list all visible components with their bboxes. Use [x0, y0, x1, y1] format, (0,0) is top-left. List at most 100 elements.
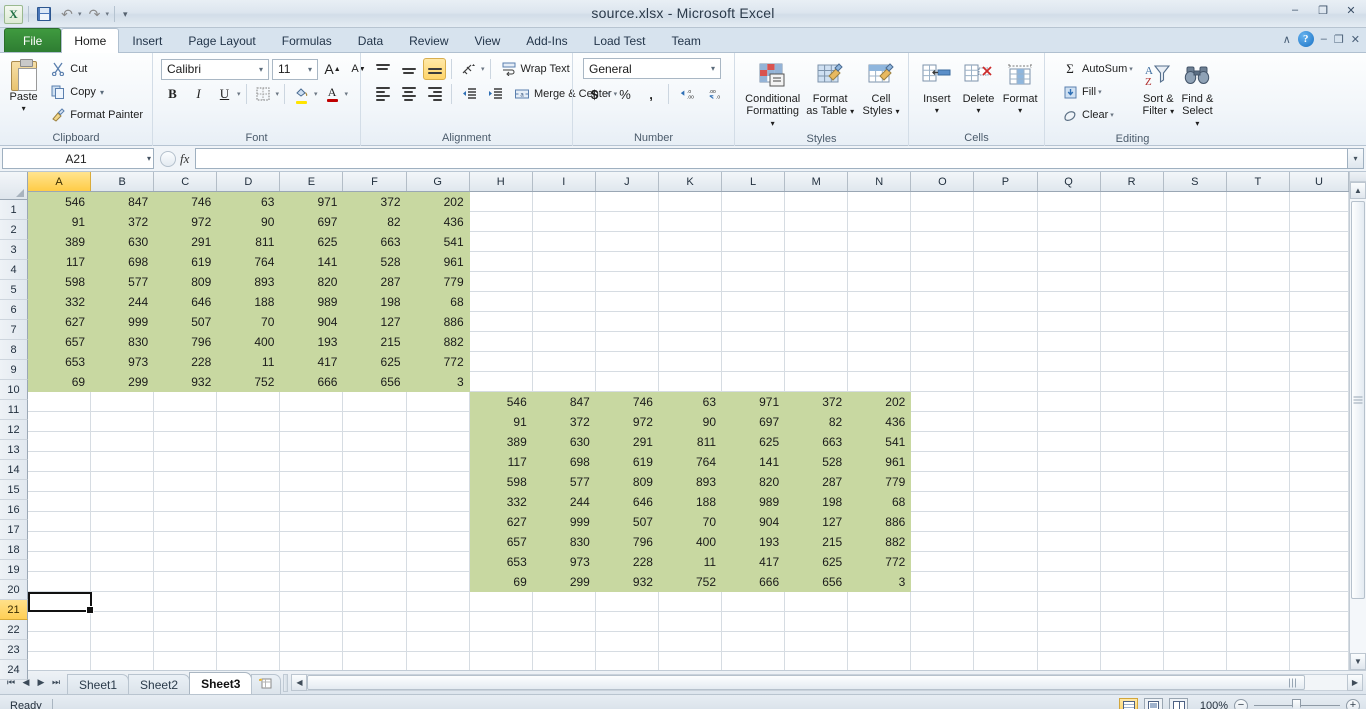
- cell-K17[interactable]: 70: [658, 512, 723, 532]
- cell-D16[interactable]: [217, 492, 281, 512]
- cell-T23[interactable]: [1226, 632, 1290, 652]
- cell-U9[interactable]: [1289, 352, 1349, 372]
- cell-S18[interactable]: [1163, 532, 1227, 552]
- cell-P3[interactable]: [974, 232, 1038, 252]
- cell-J3[interactable]: [595, 232, 659, 252]
- cell-N3[interactable]: [848, 232, 912, 252]
- cell-G23[interactable]: [406, 632, 470, 652]
- cell-Q24[interactable]: [1038, 652, 1101, 670]
- cell-G12[interactable]: [406, 412, 470, 432]
- cell-I18[interactable]: 830: [532, 532, 596, 552]
- cell-N11[interactable]: 202: [848, 392, 912, 412]
- paste-button[interactable]: Paste ▾: [4, 58, 43, 116]
- cell-T17[interactable]: [1226, 512, 1290, 532]
- cell-T11[interactable]: [1226, 392, 1290, 412]
- cell-J20[interactable]: 932: [595, 572, 659, 592]
- column-header-j[interactable]: J: [595, 172, 659, 191]
- decrease-indent-button[interactable]: [457, 83, 480, 105]
- vertical-scroll-thumb[interactable]: [1351, 201, 1365, 599]
- cell-O14[interactable]: [911, 452, 975, 472]
- cell-E7[interactable]: 904: [280, 312, 344, 332]
- clear-button[interactable]: Clear ▾: [1057, 104, 1138, 126]
- cell-A24[interactable]: [28, 652, 92, 670]
- column-header-s[interactable]: S: [1163, 172, 1227, 191]
- cell-G21[interactable]: [406, 592, 470, 612]
- cell-L16[interactable]: 989: [722, 492, 786, 512]
- cell-A3[interactable]: 389: [28, 232, 92, 252]
- last-sheet-button[interactable]: ⏭: [49, 677, 63, 688]
- cell-L4[interactable]: [722, 252, 786, 272]
- cell-I15[interactable]: 577: [532, 472, 596, 492]
- cell-D12[interactable]: [217, 412, 281, 432]
- cell-T3[interactable]: [1226, 232, 1290, 252]
- cell-P20[interactable]: [974, 572, 1038, 592]
- cell-C10[interactable]: 932: [154, 372, 218, 392]
- cell-S3[interactable]: [1163, 232, 1227, 252]
- fill-caret-icon[interactable]: ▾: [1098, 88, 1102, 96]
- vertical-scrollbar[interactable]: ▲ ▼: [1349, 172, 1366, 670]
- cell-S2[interactable]: [1163, 212, 1227, 232]
- cell-M19[interactable]: 625: [785, 552, 849, 572]
- column-header-n[interactable]: N: [848, 172, 912, 191]
- cell-U24[interactable]: [1290, 652, 1349, 670]
- cell-A21[interactable]: [28, 592, 92, 612]
- column-header-r[interactable]: R: [1100, 172, 1164, 191]
- cell-N16[interactable]: 68: [848, 492, 912, 512]
- cell-H10[interactable]: [469, 372, 533, 392]
- cell-R11[interactable]: [1100, 392, 1164, 412]
- cell-D10[interactable]: 752: [217, 372, 281, 392]
- cell-K13[interactable]: 811: [658, 432, 723, 452]
- cell-I14[interactable]: 698: [532, 452, 596, 472]
- cell-O24[interactable]: [911, 652, 975, 670]
- cell-D13[interactable]: [217, 432, 281, 452]
- number-format-select[interactable]: General ▾: [583, 58, 721, 79]
- decrease-decimal-button[interactable]: .00.0: [703, 83, 729, 105]
- horizontal-split-box[interactable]: [283, 673, 289, 692]
- borders-button[interactable]: [252, 83, 275, 105]
- cell-D24[interactable]: [217, 652, 281, 670]
- cell-B4[interactable]: 698: [91, 252, 155, 272]
- cell-L20[interactable]: 666: [722, 572, 786, 592]
- cell-B24[interactable]: [91, 652, 155, 670]
- cell-D14[interactable]: [217, 452, 281, 472]
- cell-M5[interactable]: [785, 272, 849, 292]
- cell-P18[interactable]: [974, 532, 1038, 552]
- row-header-3[interactable]: 3: [0, 240, 28, 260]
- cell-P6[interactable]: [974, 292, 1038, 312]
- cell-G3[interactable]: 541: [406, 232, 470, 252]
- cell-H19[interactable]: 653: [469, 552, 533, 572]
- workbook-close-button[interactable]: ✕: [1351, 33, 1360, 46]
- cell-N13[interactable]: 541: [848, 432, 912, 452]
- cell-L21[interactable]: [722, 592, 786, 612]
- cell-E14[interactable]: [280, 452, 344, 472]
- cell-L22[interactable]: [722, 612, 786, 632]
- cell-C24[interactable]: [154, 652, 218, 670]
- tab-insert[interactable]: Insert: [119, 29, 175, 52]
- column-header-b[interactable]: B: [91, 172, 155, 191]
- cell-H17[interactable]: 627: [469, 512, 533, 532]
- cell-R3[interactable]: [1100, 232, 1164, 252]
- cell-U6[interactable]: [1289, 292, 1349, 312]
- fill-color-caret-icon[interactable]: ▾: [314, 90, 318, 98]
- cell-T7[interactable]: [1226, 312, 1290, 332]
- cell-P24[interactable]: [974, 652, 1038, 670]
- cell-S20[interactable]: [1163, 572, 1227, 592]
- cell-S7[interactable]: [1163, 312, 1227, 332]
- horizontal-scroll-track[interactable]: [307, 674, 1347, 691]
- cell-T15[interactable]: [1226, 472, 1290, 492]
- cell-D1[interactable]: 63: [217, 192, 281, 212]
- tab-add-ins[interactable]: Add-Ins: [513, 29, 580, 52]
- cell-U23[interactable]: [1289, 632, 1349, 652]
- cell-E21[interactable]: [280, 592, 344, 612]
- cell-S12[interactable]: [1163, 412, 1227, 432]
- cell-I17[interactable]: 999: [532, 512, 596, 532]
- cell-F2[interactable]: 82: [343, 212, 407, 232]
- cell-U20[interactable]: [1289, 572, 1349, 592]
- tab-team[interactable]: Team: [658, 29, 713, 52]
- copy-button[interactable]: Copy ▾: [45, 81, 148, 103]
- cell-B17[interactable]: [91, 512, 155, 532]
- cell-P4[interactable]: [974, 252, 1038, 272]
- column-header-g[interactable]: G: [406, 172, 470, 191]
- cell-P12[interactable]: [974, 412, 1038, 432]
- row-header-24[interactable]: 24: [0, 660, 28, 680]
